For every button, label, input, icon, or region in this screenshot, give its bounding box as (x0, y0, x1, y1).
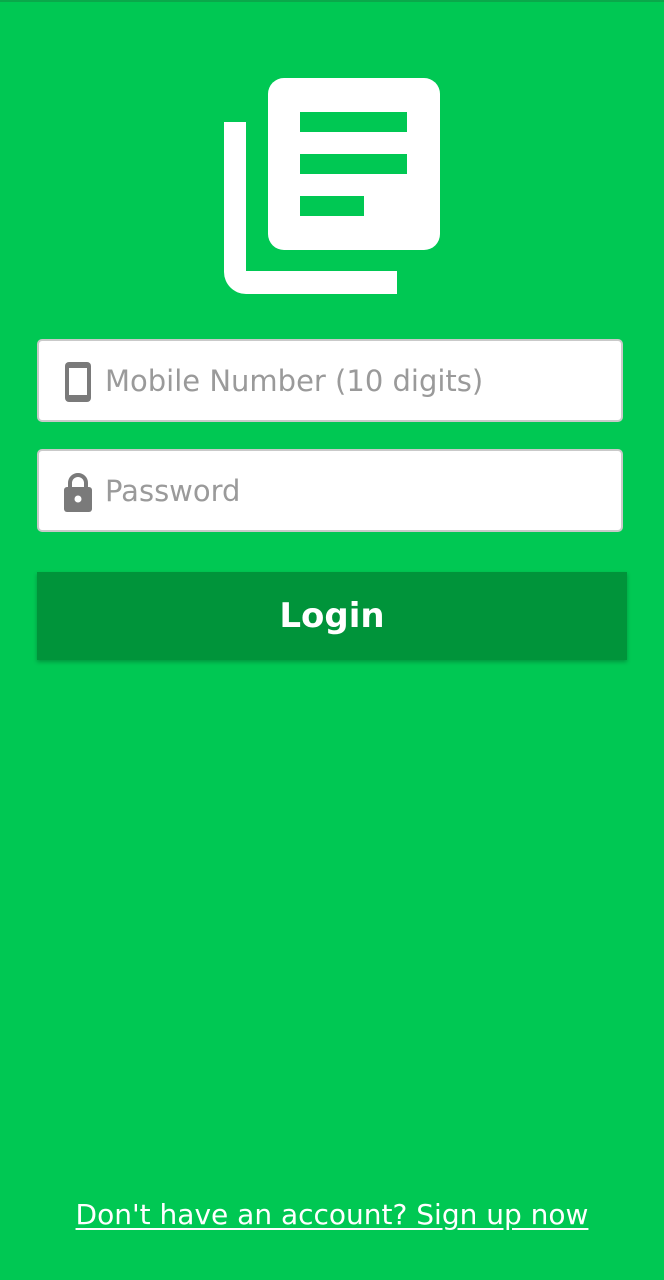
news-articles-icon (224, 78, 440, 294)
lock-icon (64, 473, 92, 512)
status-divider (0, 0, 664, 2)
login-button[interactable]: Login (37, 572, 627, 660)
signup-link[interactable]: Don't have an account? Sign up now (0, 1198, 664, 1231)
password-input[interactable] (105, 451, 605, 530)
mobile-number-field[interactable] (37, 339, 623, 422)
password-field[interactable] (37, 449, 623, 532)
mobile-number-input[interactable] (105, 341, 605, 420)
smartphone-icon (65, 362, 91, 402)
